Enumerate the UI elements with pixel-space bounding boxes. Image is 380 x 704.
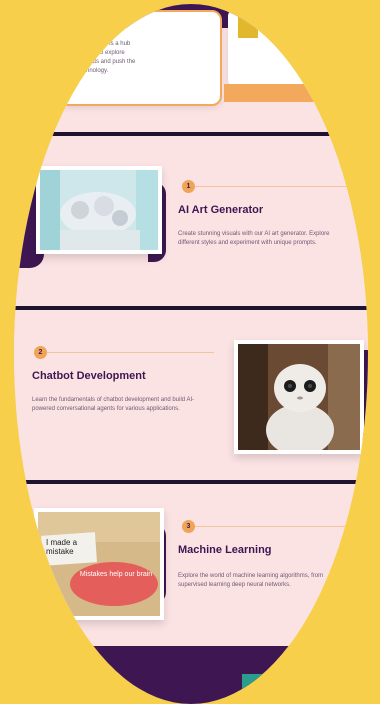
ai-art-image bbox=[36, 166, 162, 254]
footer-teal-block bbox=[242, 674, 302, 704]
oval-viewport: Weird Club is a hub with us to explore p… bbox=[14, 4, 368, 704]
intro-card: Weird Club is a hub with us to explore p… bbox=[58, 10, 222, 106]
item-2-line bbox=[44, 352, 214, 353]
mistake-sign-illustration bbox=[38, 512, 160, 616]
intro-line-3: projects and push the bbox=[78, 59, 136, 65]
top-image-card bbox=[228, 10, 318, 86]
robot-illustration bbox=[238, 344, 360, 450]
item-2-desc: Learn the fundamentals of chatbot develo… bbox=[32, 397, 195, 412]
mistake-sign-text: I made a mistake bbox=[46, 538, 78, 556]
item-3-line bbox=[190, 526, 364, 527]
intro-line-1: Weird Club is a hub bbox=[78, 41, 131, 47]
item-3-title: Machine Learning bbox=[178, 544, 272, 556]
ai-art-illustration bbox=[40, 170, 158, 250]
item-1-title: AI Art Generator bbox=[178, 204, 264, 216]
mistake-sign-image: I made a mistake Mistakes help our brain bbox=[34, 508, 164, 620]
bubble-sign-text: Mistakes help our brain bbox=[79, 571, 153, 578]
item-1-line bbox=[190, 186, 364, 187]
footer-band bbox=[14, 646, 368, 704]
item-1-number: 1 bbox=[182, 180, 195, 193]
item-2-number: 2 bbox=[34, 346, 47, 359]
top-image-fragment bbox=[238, 14, 258, 38]
item-3-number: 3 bbox=[182, 520, 195, 533]
item-3-desc: Explore the world of machine learning al… bbox=[178, 573, 324, 588]
top-orange-bar bbox=[224, 84, 324, 102]
item-2-title: Chatbot Development bbox=[32, 370, 146, 382]
intro-line-4: technology. bbox=[78, 68, 109, 74]
robot-image bbox=[234, 340, 364, 454]
intro-line-2: with us to explore bbox=[78, 50, 125, 56]
item-1-desc: Create stunning visuals with our AI art … bbox=[178, 231, 330, 246]
